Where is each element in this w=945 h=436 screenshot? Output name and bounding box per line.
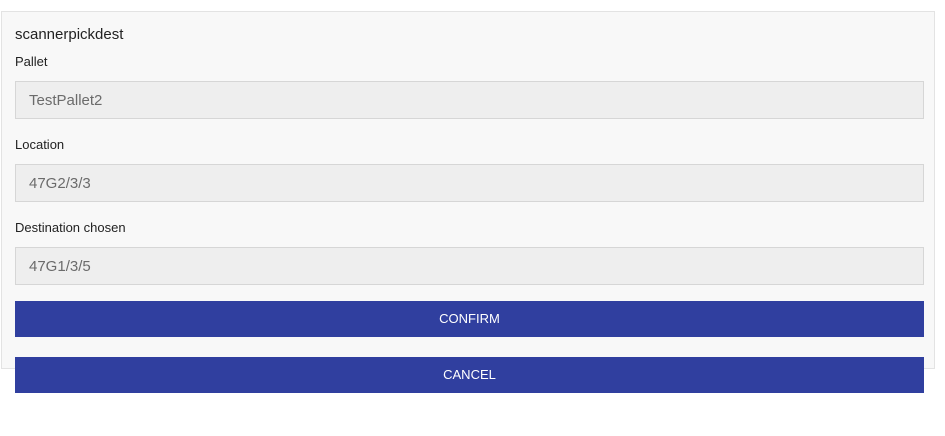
form-title: scannerpickdest [15, 26, 124, 43]
location-input[interactable] [15, 164, 924, 202]
cancel-button[interactable]: CANCEL [15, 357, 924, 393]
destination-label: Destination chosen [15, 220, 126, 235]
pallet-label: Pallet [15, 54, 48, 69]
destination-input[interactable] [15, 247, 924, 285]
pallet-input[interactable] [15, 81, 924, 119]
confirm-button[interactable]: CONFIRM [15, 301, 924, 337]
location-label: Location [15, 137, 65, 152]
